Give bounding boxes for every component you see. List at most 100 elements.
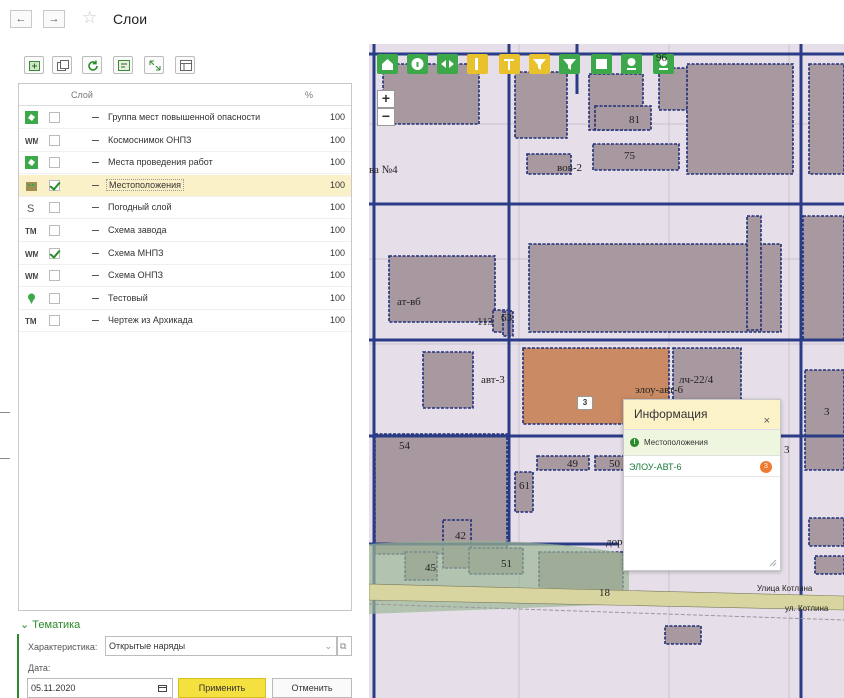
layer-name: Места проведения работ: [108, 157, 213, 168]
layer-visibility-checkbox[interactable]: [49, 315, 60, 327]
forward-button[interactable]: →: [43, 10, 65, 28]
work-area-icon: [25, 156, 38, 170]
map-view[interactable]: + − 96 81 75 ва №4 вов-2 ат-вб 113 63 авт-3 лч-22…: [369, 44, 844, 698]
apply-button[interactable]: Применить: [178, 678, 266, 698]
characteristic-select[interactable]: Открытые наряды ⌄: [105, 636, 337, 656]
layer-row[interactable]: WMS Космоснимок ОНПЗ 100: [19, 130, 351, 152]
building-icon: [25, 179, 38, 192]
layer-visibility-checkbox[interactable]: [49, 179, 60, 191]
popup-item[interactable]: ЭЛОУ-АВТ-6 3: [624, 455, 780, 477]
layer-row[interactable]: WMS Схема МНПЗ 100: [19, 243, 351, 265]
map-marker-badge[interactable]: 3: [577, 396, 593, 410]
info-popup: Информация × ! Местоположения ЭЛОУ-АВТ-6…: [623, 399, 781, 571]
resize-handle-icon[interactable]: [769, 559, 777, 567]
edit-layer-button[interactable]: [113, 56, 133, 74]
map-filter-button[interactable]: [529, 54, 550, 74]
map-select-button[interactable]: [499, 54, 520, 74]
map-label: 63: [501, 312, 512, 324]
layer-visibility-checkbox[interactable]: [49, 134, 60, 146]
layer-visibility-checkbox[interactable]: [49, 112, 60, 123]
layer-visibility-checkbox[interactable]: [49, 225, 60, 236]
add-layer-button[interactable]: [24, 56, 44, 74]
layer-opacity: 100: [329, 157, 345, 168]
edit-layer-icon: [118, 60, 130, 71]
line-style-icon: [92, 207, 99, 209]
layer-visibility-checkbox[interactable]: [49, 292, 60, 304]
map-measure-button[interactable]: [467, 54, 488, 74]
map-canvas[interactable]: [369, 44, 844, 698]
layer-row[interactable]: Местоположения 100: [19, 174, 351, 197]
weather-icon: S: [25, 201, 38, 215]
dropdown-icon: ⌄: [324, 641, 332, 651]
svg-text:ТМ: ТМ: [25, 317, 37, 326]
line-style-icon: [92, 117, 99, 118]
map-label: 113: [477, 316, 494, 328]
layer-opacity: 100: [329, 315, 345, 326]
line-style-icon: [92, 320, 99, 322]
map-label: ва №4: [369, 164, 398, 176]
layers-icon: [596, 59, 607, 69]
map-label: 3: [784, 444, 790, 456]
date-input[interactable]: 05.11.2020: [27, 678, 173, 698]
expand-button[interactable]: [144, 56, 164, 74]
map-pan-button[interactable]: [437, 54, 458, 74]
map-label: ат-вб: [397, 296, 421, 308]
map-label: 54: [399, 440, 410, 452]
funnel-icon: [563, 59, 576, 70]
layer-opacity: 100: [329, 134, 345, 145]
column-percent-header: %: [305, 90, 314, 100]
popup-item-label: ЭЛОУ-АВТ-6: [629, 462, 682, 472]
map-label: 45: [425, 562, 436, 574]
layer-visibility-checkbox[interactable]: [49, 270, 60, 282]
layer-row[interactable]: ТМ Чертеж из Архикада 100: [19, 310, 351, 333]
wms-icon: WMS: [25, 247, 45, 260]
layer-opacity: 100: [329, 247, 345, 258]
back-button[interactable]: ←: [10, 10, 32, 28]
svg-text:ТМ: ТМ: [25, 227, 37, 236]
layer-visibility-checkbox[interactable]: [49, 202, 60, 214]
zoom-in-button[interactable]: +: [377, 90, 395, 108]
layer-opacity: 100: [329, 225, 345, 235]
calendar-icon[interactable]: [158, 684, 167, 692]
refresh-button[interactable]: [82, 56, 102, 74]
zoom-out-button[interactable]: −: [377, 108, 395, 126]
thematic-section-toggle[interactable]: ⌄ Тематика: [20, 618, 80, 631]
layer-name: Группа мест повышенной опасности: [108, 112, 261, 122]
map-info-button[interactable]: [407, 54, 428, 74]
layer-row[interactable]: Группа мест повышенной опасности 100: [19, 107, 351, 129]
layer-visibility-checkbox[interactable]: [49, 157, 60, 169]
popup-group[interactable]: ! Местоположения: [624, 429, 780, 455]
line-style-icon: [92, 275, 99, 277]
date-label: Дата:: [28, 663, 51, 673]
cancel-button[interactable]: Отменить: [272, 678, 352, 698]
copy-layer-button[interactable]: [52, 56, 72, 74]
map-home-button[interactable]: [377, 54, 398, 74]
favorite-star-icon[interactable]: ☆: [82, 8, 97, 28]
layer-visibility-checkbox[interactable]: [49, 247, 60, 259]
line-style-icon: [92, 162, 99, 164]
section-indicator: [17, 634, 19, 698]
layer-opacity: 100: [329, 292, 345, 303]
characteristic-label: Характеристика:: [28, 642, 98, 652]
map-layers-button[interactable]: [591, 54, 612, 74]
layer-opacity: 100: [329, 270, 345, 281]
characteristic-value: Открытые наряды: [109, 641, 186, 651]
tile-icon: ТМ: [25, 314, 38, 327]
layer-row[interactable]: Тестовый 100: [19, 288, 351, 310]
map-label: 61: [519, 480, 530, 492]
map-filter2-button[interactable]: [559, 54, 580, 74]
settings-button[interactable]: [175, 56, 195, 74]
select-icon: [504, 59, 514, 70]
layer-row[interactable]: WMS Схема ОНПЗ 100: [19, 265, 351, 288]
open-button[interactable]: ⧉: [337, 636, 352, 656]
line-style-icon: [92, 297, 99, 299]
wms-icon: WMS: [25, 134, 45, 147]
pin-icon: [25, 292, 38, 305]
layer-row[interactable]: S Погодный слой 100: [19, 197, 351, 220]
layer-row[interactable]: ТМ Схема завода 100: [19, 220, 351, 242]
layer-name: Местоположения: [106, 178, 184, 191]
map-location-button[interactable]: [621, 54, 642, 74]
layers-table: Слой % Группа мест повышенной опасности 1…: [18, 83, 352, 611]
layer-row[interactable]: Места проведения работ 100: [19, 152, 351, 175]
chevron-down-icon: ⌄: [20, 619, 30, 631]
